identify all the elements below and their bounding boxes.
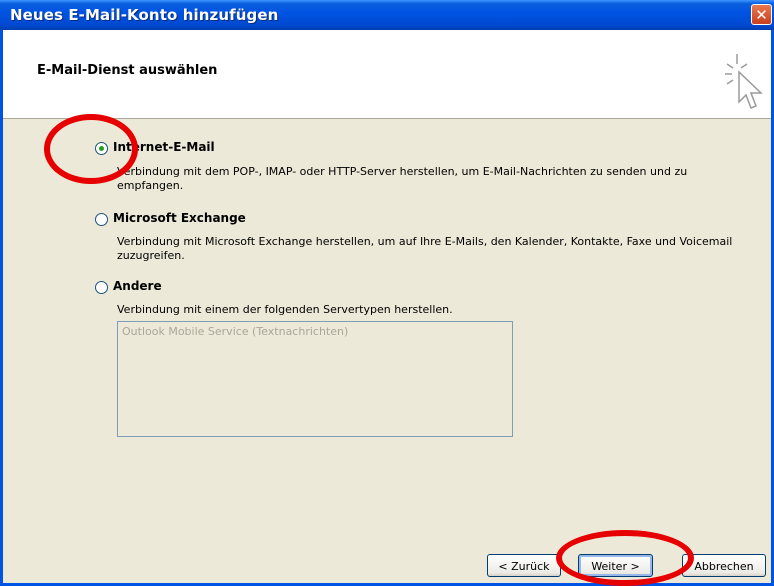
- cursor-sparkle-icon: [725, 54, 763, 109]
- close-button[interactable]: ✕: [751, 4, 772, 25]
- option-exchange-label: Microsoft Exchange: [113, 211, 246, 225]
- radio-andere[interactable]: [95, 281, 108, 294]
- list-item[interactable]: Outlook Mobile Service (Textnachrichten): [122, 325, 348, 338]
- window-title: Neues E-Mail-Konto hinzufügen: [10, 6, 279, 24]
- wizard-header: E-Mail-Dienst auswählen: [3, 30, 771, 119]
- option-internet-email-label: Internet-E-Mail: [113, 140, 215, 154]
- dialog-window: Neues E-Mail-Konto hinzufügen ✕ E-Mail-D…: [0, 0, 774, 586]
- radio-internet-email[interactable]: [95, 142, 108, 155]
- option-internet-email-description: Verbindung mit dem POP-, IMAP- oder HTTP…: [117, 165, 688, 192]
- next-button[interactable]: Weiter >: [578, 554, 653, 577]
- title-bar[interactable]: Neues E-Mail-Konto hinzufügen ✕: [0, 0, 774, 30]
- option-exchange-description: Verbindung mit Microsoft Exchange herste…: [117, 235, 733, 262]
- cancel-button[interactable]: Abbrechen: [682, 554, 766, 577]
- option-andere-description: Verbindung mit einem der folgenden Serve…: [117, 303, 453, 316]
- server-type-list[interactable]: Outlook Mobile Service (Textnachrichten): [117, 321, 513, 437]
- page-heading: E-Mail-Dienst auswählen: [37, 63, 218, 78]
- radio-microsoft-exchange[interactable]: [95, 213, 108, 226]
- option-andere-label: Andere: [113, 279, 162, 293]
- back-button[interactable]: < Zurück: [487, 554, 561, 577]
- close-icon: ✕: [755, 6, 768, 24]
- dialog-client-area: E-Mail-Dienst auswählen Internet-E-Mail …: [3, 30, 771, 583]
